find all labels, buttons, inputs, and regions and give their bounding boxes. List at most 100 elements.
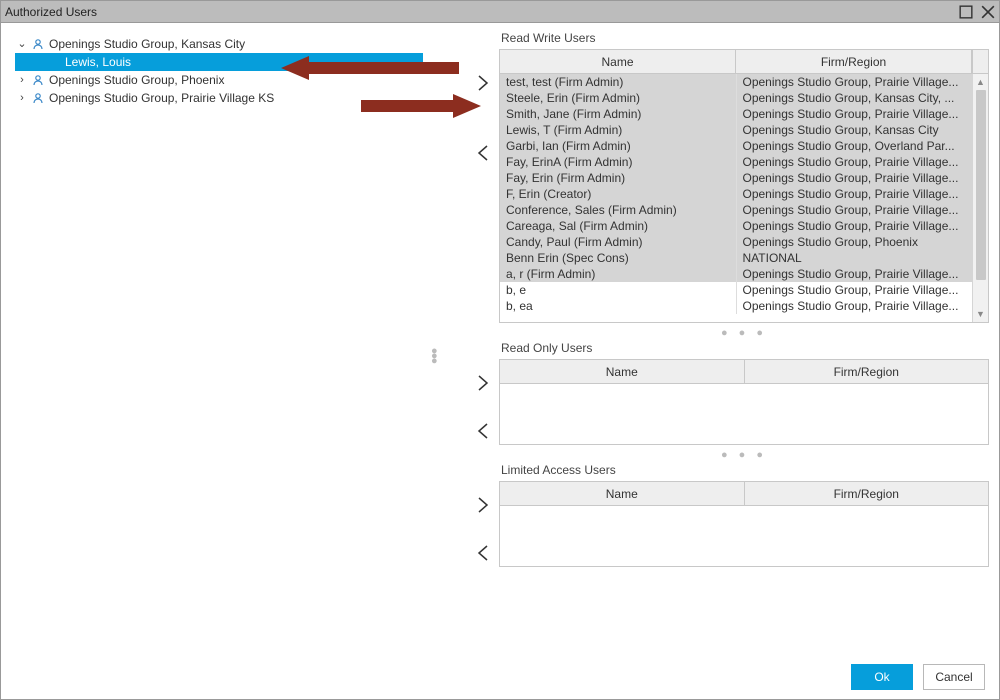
scroll-up-icon[interactable]: ▲ <box>973 74 988 90</box>
section-title: Limited Access Users <box>501 463 989 477</box>
tree-leaf-selected[interactable]: Lewis, Louis <box>15 53 423 71</box>
dialog-footer: Ok Cancel <box>1 655 999 699</box>
cell-name: b, ea <box>500 298 737 314</box>
cell-name: Benn Erin (Spec Cons) <box>500 250 737 266</box>
table-header: Name Firm/Region <box>500 482 988 506</box>
table-row[interactable]: Fay, Erin (Firm Admin)Openings Studio Gr… <box>500 170 972 186</box>
person-icon <box>31 91 45 105</box>
cell-firm: Openings Studio Group, Prairie Village..… <box>737 266 973 282</box>
window-controls <box>959 5 995 19</box>
scroll-thumb[interactable] <box>976 90 986 280</box>
remove-from-readonly-button[interactable] <box>471 419 495 443</box>
col-firm[interactable]: Firm/Region <box>745 360 989 383</box>
table-row[interactable]: Garbi, Ian (Firm Admin)Openings Studio G… <box>500 138 972 154</box>
cell-name: Careaga, Sal (Firm Admin) <box>500 218 737 234</box>
table-row[interactable]: Careaga, Sal (Firm Admin)Openings Studio… <box>500 218 972 234</box>
col-name[interactable]: Name <box>500 50 736 73</box>
section-title: Read Only Users <box>501 341 989 355</box>
limited-access-table: Name Firm/Region <box>499 481 989 567</box>
table-body[interactable] <box>500 384 988 444</box>
table-row[interactable]: test, test (Firm Admin)Openings Studio G… <box>500 74 972 90</box>
tree-node[interactable]: ⌄ Openings Studio Group, Kansas City <box>15 35 465 53</box>
maximize-icon[interactable] <box>959 5 973 19</box>
col-name[interactable]: Name <box>500 360 745 383</box>
cell-name: test, test (Firm Admin) <box>500 74 737 90</box>
cell-firm: NATIONAL <box>737 250 973 266</box>
right-panels: Read Write Users Name Firm/Region test, … <box>469 23 999 655</box>
table-row[interactable]: Steele, Erin (Firm Admin)Openings Studio… <box>500 90 972 106</box>
read-write-table: Name Firm/Region test, test (Firm Admin)… <box>499 49 989 323</box>
cell-name: Candy, Paul (Firm Admin) <box>500 234 737 250</box>
title-bar: Authorized Users <box>1 1 999 23</box>
table-row[interactable]: a, r (Firm Admin)Openings Studio Group, … <box>500 266 972 282</box>
cell-firm: Openings Studio Group, Prairie Village..… <box>737 218 973 234</box>
read-only-section: Read Only Users Name Firm/Region ● ● ● <box>499 341 989 463</box>
cell-name: Conference, Sales (Firm Admin) <box>500 202 737 218</box>
person-icon <box>31 73 45 87</box>
cell-name: Smith, Jane (Firm Admin) <box>500 106 737 122</box>
tree-leaf-label: Lewis, Louis <box>65 53 131 71</box>
section-title: Read Write Users <box>501 31 989 45</box>
col-name[interactable]: Name <box>500 482 745 505</box>
tree-node[interactable]: › Openings Studio Group, Prairie Village… <box>15 89 465 107</box>
add-to-limited-button[interactable] <box>471 493 495 517</box>
table-row[interactable]: Smith, Jane (Firm Admin)Openings Studio … <box>500 106 972 122</box>
table-body[interactable] <box>500 506 988 566</box>
resize-handle[interactable]: ● ● ● <box>499 327 989 339</box>
cell-name: F, Erin (Creator) <box>500 186 737 202</box>
cell-firm: Openings Studio Group, Prairie Village..… <box>737 170 973 186</box>
close-icon[interactable] <box>981 5 995 19</box>
person-icon <box>31 37 45 51</box>
scroll-down-icon[interactable]: ▼ <box>973 306 988 322</box>
cell-name: Fay, ErinA (Firm Admin) <box>500 154 737 170</box>
add-to-readonly-button[interactable] <box>471 371 495 395</box>
table-row[interactable]: Fay, ErinA (Firm Admin)Openings Studio G… <box>500 154 972 170</box>
table-header: Name Firm/Region <box>500 50 988 74</box>
resize-handle[interactable]: ● ● ● <box>499 449 989 461</box>
table-row[interactable]: Candy, Paul (Firm Admin)Openings Studio … <box>500 234 972 250</box>
cell-firm: Openings Studio Group, Phoenix <box>737 234 973 250</box>
chevron-right-icon[interactable]: › <box>15 71 29 89</box>
cell-firm: Openings Studio Group, Overland Par... <box>737 138 973 154</box>
limited-access-section: Limited Access Users Name Firm/Region <box>499 463 989 571</box>
cell-firm: Openings Studio Group, Kansas City <box>737 122 973 138</box>
resize-handle-vertical[interactable]: ●●● <box>431 349 438 364</box>
ok-button[interactable]: Ok <box>851 664 913 690</box>
cell-name: Lewis, T (Firm Admin) <box>500 122 737 138</box>
table-row[interactable]: Lewis, T (Firm Admin)Openings Studio Gro… <box>500 122 972 138</box>
tree-node-label: Openings Studio Group, Phoenix <box>49 71 224 89</box>
cell-firm: Openings Studio Group, Kansas City, ... <box>737 90 973 106</box>
cell-firm: Openings Studio Group, Prairie Village..… <box>737 282 973 298</box>
tree-node[interactable]: › Openings Studio Group, Phoenix <box>15 71 465 89</box>
scrollbar-header <box>972 50 988 73</box>
table-header: Name Firm/Region <box>500 360 988 384</box>
table-row[interactable]: b, eaOpenings Studio Group, Prairie Vill… <box>500 298 972 314</box>
col-firm[interactable]: Firm/Region <box>745 482 989 505</box>
table-row[interactable]: Conference, Sales (Firm Admin)Openings S… <box>500 202 972 218</box>
cell-firm: Openings Studio Group, Prairie Village..… <box>737 74 973 90</box>
cell-name: b, e <box>500 282 737 298</box>
tree-node-label: Openings Studio Group, Prairie Village K… <box>49 89 274 107</box>
table-row[interactable]: b, eOpenings Studio Group, Prairie Villa… <box>500 282 972 298</box>
cell-name: a, r (Firm Admin) <box>500 266 737 282</box>
cancel-button[interactable]: Cancel <box>923 664 985 690</box>
col-firm[interactable]: Firm/Region <box>736 50 972 73</box>
scrollbar[interactable]: ▲ ▼ <box>972 74 988 322</box>
chevron-right-icon[interactable]: › <box>15 89 29 107</box>
cell-firm: Openings Studio Group, Prairie Village..… <box>737 298 973 314</box>
table-row[interactable]: Benn Erin (Spec Cons)NATIONAL <box>500 250 972 266</box>
remove-from-limited-button[interactable] <box>471 541 495 565</box>
cell-firm: Openings Studio Group, Prairie Village..… <box>737 186 973 202</box>
table-row[interactable]: F, Erin (Creator)Openings Studio Group, … <box>500 186 972 202</box>
table-body[interactable]: test, test (Firm Admin)Openings Studio G… <box>500 74 972 322</box>
cell-firm: Openings Studio Group, Prairie Village..… <box>737 154 973 170</box>
cell-name: Steele, Erin (Firm Admin) <box>500 90 737 106</box>
content-area: ⌄ Openings Studio Group, Kansas City Lew… <box>1 23 999 655</box>
cell-name: Fay, Erin (Firm Admin) <box>500 170 737 186</box>
user-tree: ⌄ Openings Studio Group, Kansas City Lew… <box>1 23 469 655</box>
chevron-down-icon[interactable]: ⌄ <box>15 35 29 53</box>
add-to-readwrite-button[interactable] <box>471 71 495 95</box>
window-title: Authorized Users <box>5 5 97 19</box>
cell-firm: Openings Studio Group, Prairie Village..… <box>737 106 973 122</box>
remove-from-readwrite-button[interactable] <box>471 141 495 165</box>
